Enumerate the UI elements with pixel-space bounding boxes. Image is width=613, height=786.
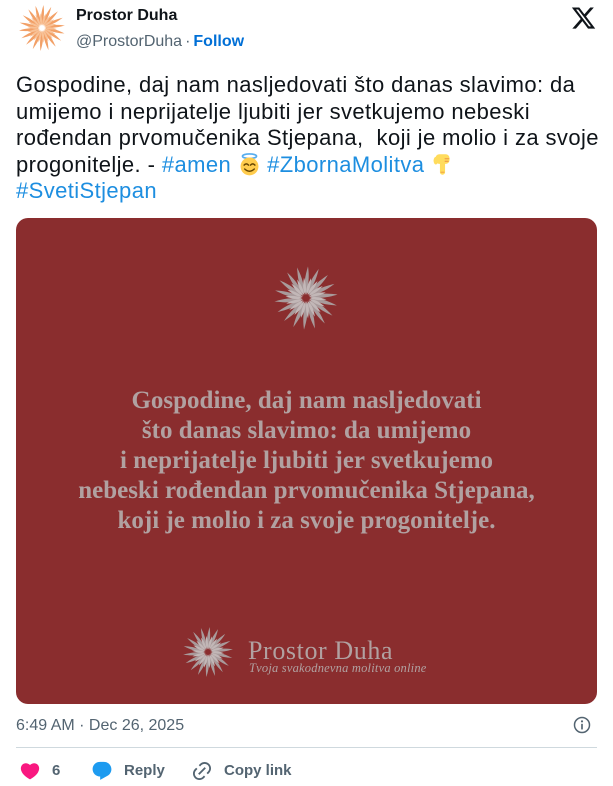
tweet-timestamp[interactable]: 6:49 AM · Dec 26, 2025 — [16, 716, 184, 736]
x-logo-icon[interactable] — [570, 5, 597, 31]
tweet-text: rođendan prvomučenika Stjepana, koji je … — [16, 125, 599, 150]
copy-link-button[interactable]: Copy link — [191, 760, 292, 782]
copy-link-label: Copy link — [224, 762, 292, 779]
hashtag-amen[interactable]: #amen — [162, 152, 231, 177]
author-name[interactable]: Prostor Duha — [76, 6, 177, 26]
tweet-text-line: Gospodine, daj nam nasljedovati što dana… — [16, 72, 575, 99]
author-avatar[interactable] — [18, 4, 66, 52]
reply-bubble-icon — [92, 761, 112, 780]
tweet-text-line: #SvetiStjepan — [16, 178, 157, 205]
like-count: 6 — [52, 762, 61, 779]
reply-label: Reply — [124, 762, 165, 779]
like-button[interactable]: 6 — [19, 760, 60, 782]
tweet-text: progonitelje. - — [16, 151, 156, 177]
heart-icon — [20, 763, 40, 780]
tweet-text-line: progonitelje. - #amen #ZbornaMolitva — [16, 152, 454, 179]
media-quote-line: što danas slavimo: da umijemo — [141, 417, 472, 444]
author-handle[interactable]: @ProstorDuha — [76, 33, 182, 50]
separator-dot: · — [185, 33, 191, 50]
media-brand-tagline: Tvoja svakodnevna molitva online — [249, 661, 427, 675]
backhand-index-pointing-down-icon — [431, 153, 454, 176]
tweet-text: umijemo i neprijatelje ljubiti jer svetk… — [16, 98, 530, 124]
media-quote-line: nebeski rođendan prvomučenika Stjepana, — [78, 477, 535, 504]
smiling-face-with-halo-icon — [238, 152, 261, 176]
hashtag-zbornamolitva[interactable]: #ZbornaMolitva — [267, 152, 424, 177]
starburst-logo-icon — [183, 627, 233, 677]
info-icon[interactable] — [572, 715, 592, 735]
starburst-logo-icon — [274, 266, 338, 330]
media-quote-line: Gospodine, daj nam nasljedovati — [131, 387, 482, 414]
media-quote-line: i neprijatelje ljubiti jer svetkujemo — [119, 447, 494, 474]
divider — [16, 747, 597, 748]
tweet-text: Gospodine, daj nam nasljedovati što dana… — [16, 72, 576, 97]
handle-row: @ProstorDuha · Follow — [76, 32, 244, 52]
follow-button[interactable]: Follow — [193, 33, 244, 50]
tweet-media-image[interactable]: Gospodine, daj nam nasljedovati što dana… — [16, 218, 597, 704]
starburst-logo-icon — [19, 4, 65, 52]
media-quote: Gospodine, daj nam nasljedovati što dana… — [16, 386, 597, 536]
media-quote-line: koji je molio i za svoje progonitelje. — [117, 507, 496, 534]
hashtag-svetistjepan[interactable]: #SvetiStjepan — [16, 178, 157, 203]
tweet-text-line: umijemo i neprijatelje ljubiti jer svetk… — [16, 99, 530, 126]
reply-button[interactable]: Reply — [91, 760, 165, 782]
tweet-embed: Prostor Duha @ProstorDuha · Follow Gospodi… — [0, 0, 613, 786]
link-icon — [192, 761, 212, 781]
tweet-text-line: rođendan prvomučenika Stjepana, koji je … — [16, 125, 599, 152]
